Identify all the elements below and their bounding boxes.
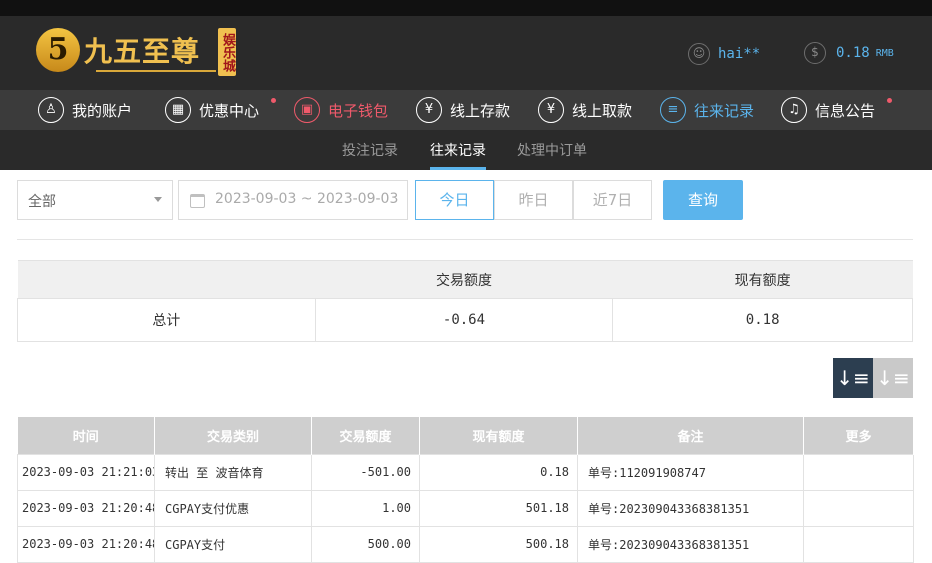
summary-header-balance: 现有额度 (612, 260, 913, 299)
cell-amount: 500.00 (311, 525, 420, 563)
wallet-icon: ▣ (294, 97, 320, 123)
username: hai** (718, 46, 761, 62)
user-icon: ☺ (688, 43, 710, 65)
main-nav: ♙ 我的账户 ▦ 优惠中心 ▣ 电子钱包 ¥ 线上存款 ¥ 线上取款 ≡ 往来记… (0, 90, 932, 130)
records-table: 时间 交易类别 交易额度 现有额度 备注 更多 2023-09-03 21:21… (17, 417, 914, 563)
summary-table: 交易额度 现有额度 总计 -0.64 0.18 (17, 260, 913, 342)
top-strip (0, 0, 932, 16)
divider (17, 239, 913, 240)
column-header-balance: 现有额度 (419, 417, 578, 454)
nav-item-label: 往来记录 (694, 101, 755, 120)
table-row: 2023-09-03 21:21:03 转出 至 波音体育 -501.00 0.… (17, 453, 914, 491)
cell-category: CGPAY支付优惠 (154, 489, 312, 527)
balance-value: 0.18 (836, 45, 870, 61)
nav-item-label: 信息公告 (815, 101, 876, 120)
sort-ascending-icon[interactable]: ↓≡ (873, 358, 913, 398)
cell-balance: 501.18 (419, 489, 578, 527)
last-7-days-button[interactable]: 近7日 (573, 180, 652, 220)
cell-time: 2023-09-03 21:20:48 (17, 489, 155, 527)
logo-tag: 娱乐城 (218, 28, 236, 76)
logo-name: 九五至尊 (84, 35, 201, 68)
sub-nav: 投注记录 往来记录 处理中订单 (0, 130, 932, 170)
nav-item-promotions[interactable]: ▦ 优惠中心 (165, 96, 276, 124)
tab-transaction-records[interactable]: 往来记录 (430, 140, 486, 160)
nav-item-records[interactable]: ≡ 往来记录 (660, 96, 754, 124)
tab-bet-records[interactable]: 投注记录 (342, 140, 398, 160)
column-header-time: 时间 (17, 417, 155, 454)
column-header-category: 交易类别 (154, 417, 312, 454)
summary-total-amount: -0.64 (314, 298, 614, 342)
nav-item-my-account[interactable]: ♙ 我的账户 (38, 96, 132, 124)
cell-balance: 500.18 (419, 525, 578, 563)
nav-item-e-wallet[interactable]: ▣ 电子钱包 (294, 96, 388, 124)
withdraw-icon: ¥ (538, 97, 564, 123)
cell-category: 转出 至 波音体育 (154, 453, 312, 491)
cell-more[interactable] (803, 525, 914, 563)
deposit-icon: ¥ (416, 97, 442, 123)
logo-flourish (96, 70, 216, 72)
table-row: 2023-09-03 21:20:48 CGPAY支付 500.00 500.1… (17, 525, 914, 563)
tab-pending-orders[interactable]: 处理中订单 (517, 140, 587, 160)
type-select-value: 全部 (28, 194, 56, 210)
chevron-down-icon (154, 197, 162, 202)
site-header: 5 九五至尊 娱乐城 ☺ hai** $ 0.18 RMB (0, 16, 932, 90)
cell-note: 单号:112091908747 (577, 453, 804, 491)
cell-amount: -501.00 (311, 453, 420, 491)
logo[interactable]: 5 九五至尊 娱乐城 (36, 26, 236, 82)
yesterday-button[interactable]: 昨日 (494, 180, 573, 220)
balance-currency: RMB (875, 47, 894, 59)
sort-descending-icon[interactable]: ↓≡ (833, 358, 873, 398)
summary-header-empty (17, 260, 316, 299)
nav-item-label: 优惠中心 (199, 101, 260, 120)
user-info[interactable]: ☺ hai** (688, 42, 760, 66)
summary-header-amount: 交易额度 (315, 260, 613, 299)
cell-note: 单号:202309043368381351 (577, 489, 804, 527)
cell-time: 2023-09-03 21:21:03 (17, 453, 155, 491)
cell-category: CGPAY支付 (154, 525, 312, 563)
today-button[interactable]: 今日 (415, 180, 494, 220)
column-header-amount: 交易额度 (311, 417, 420, 454)
date-range-input[interactable]: 2023-09-03 ~ 2023-09-03 (178, 180, 408, 220)
column-header-note: 备注 (577, 417, 804, 454)
table-row: 2023-09-03 21:20:48 CGPAY支付优惠 1.00 501.1… (17, 489, 914, 527)
dollar-icon: $ (804, 42, 826, 64)
nav-item-announcements[interactable]: ♫ 信息公告 (781, 96, 892, 124)
balance-info[interactable]: $ 0.18 RMB (804, 42, 894, 64)
user-icon: ♙ (38, 97, 64, 123)
nav-item-label: 线上取款 (572, 101, 633, 120)
bell-icon: ♫ (781, 97, 807, 123)
summary-total-balance: 0.18 (612, 298, 913, 342)
calendar-icon (190, 194, 205, 208)
logo-digit: 5 (36, 28, 80, 72)
cell-more[interactable] (803, 453, 914, 491)
cell-more[interactable] (803, 489, 914, 527)
nav-item-label: 我的账户 (72, 101, 133, 120)
date-range-value: 2023-09-03 ~ 2023-09-03 (215, 191, 399, 207)
notification-dot (887, 98, 892, 103)
cell-note: 单号:202309043368381351 (577, 525, 804, 563)
summary-total-label: 总计 (17, 298, 316, 342)
records-icon: ≡ (660, 97, 686, 123)
nav-item-withdraw[interactable]: ¥ 线上取款 (538, 96, 632, 124)
records-header-row: 时间 交易类别 交易额度 现有额度 备注 更多 (17, 417, 914, 454)
cell-amount: 1.00 (311, 489, 420, 527)
type-select[interactable]: 全部 (17, 180, 173, 220)
cell-time: 2023-09-03 21:20:48 (17, 525, 155, 563)
gift-icon: ▦ (165, 97, 191, 123)
nav-item-label: 线上存款 (450, 101, 511, 120)
active-tab-indicator (430, 167, 486, 170)
cell-balance: 0.18 (419, 453, 578, 491)
search-button[interactable]: 查询 (663, 180, 743, 220)
nav-item-label: 电子钱包 (328, 101, 389, 120)
nav-item-deposit[interactable]: ¥ 线上存款 (416, 96, 510, 124)
column-header-more: 更多 (803, 417, 914, 454)
notification-dot (271, 98, 276, 103)
